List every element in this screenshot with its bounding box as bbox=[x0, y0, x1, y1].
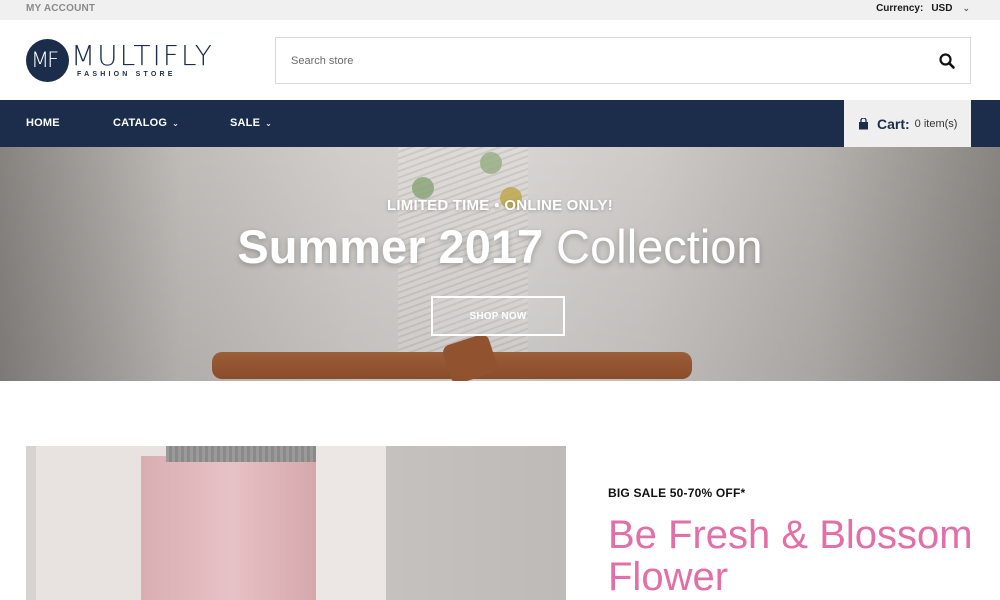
logo-mark: MF bbox=[26, 39, 69, 82]
chevron-down-icon: ⌄ bbox=[172, 118, 180, 128]
hero-title: Summer 2017 Collection bbox=[237, 220, 763, 273]
shopping-bag-icon bbox=[859, 117, 868, 129]
cart-count: 0 item(s) bbox=[914, 117, 958, 130]
main-nav: HOME CATALOG ⌄ SALE ⌄ Cart: 0 item(s) bbox=[0, 100, 1000, 147]
nav-item-catalog[interactable]: CATALOG ⌄ bbox=[113, 117, 179, 129]
promo-label: BIG SALE 50-70% OFF* bbox=[608, 486, 746, 500]
cart-label: Cart: bbox=[877, 115, 910, 132]
search-icon bbox=[939, 53, 955, 69]
hero-tagline: LIMITED TIME ● ONLINE ONLY! bbox=[387, 197, 613, 214]
nav-item-sale[interactable]: SALE ⌄ bbox=[230, 117, 272, 129]
currency-label: Currency: bbox=[876, 3, 924, 14]
search-input[interactable] bbox=[276, 38, 916, 83]
hero-banner: LIMITED TIME ● ONLINE ONLY! Summer 2017 … bbox=[0, 147, 1000, 381]
promo-image[interactable] bbox=[26, 446, 566, 600]
store-logo[interactable]: MF MULTIFLY FASHION STORE bbox=[26, 39, 214, 82]
search-button[interactable] bbox=[938, 52, 956, 70]
my-account-link[interactable]: MY ACCOUNT bbox=[26, 3, 95, 14]
currency-selector[interactable]: Currency: USD ⌄ bbox=[876, 3, 970, 14]
search-box bbox=[275, 37, 971, 84]
nav-item-home[interactable]: HOME bbox=[26, 117, 60, 129]
logo-tagline: FASHION STORE bbox=[77, 71, 176, 78]
chevron-down-icon: ⌄ bbox=[962, 3, 970, 13]
site-header: MF MULTIFLY FASHION STORE bbox=[0, 20, 1000, 100]
top-bar: MY ACCOUNT Currency: USD ⌄ bbox=[0, 0, 1000, 20]
logo-name: MULTIFLY bbox=[71, 39, 214, 72]
chevron-down-icon: ⌄ bbox=[265, 118, 273, 128]
currency-value: USD bbox=[931, 3, 953, 14]
cart-button[interactable]: Cart: 0 item(s) bbox=[844, 100, 971, 147]
shop-now-button[interactable]: SHOP NOW bbox=[431, 296, 565, 336]
promo-title: Be Fresh & Blossom Flower bbox=[608, 513, 973, 599]
